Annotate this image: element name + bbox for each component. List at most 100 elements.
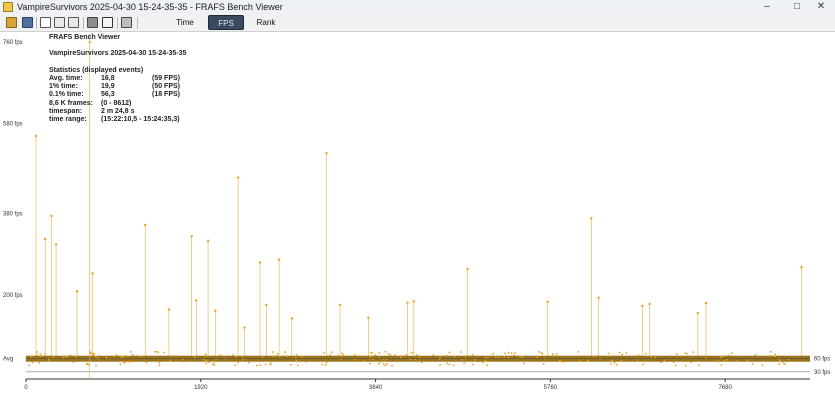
- frame-point: [62, 356, 65, 359]
- frame-point: [445, 354, 448, 357]
- frame-point: [705, 356, 707, 359]
- frame-point: [171, 355, 173, 357]
- frame-point: [784, 363, 786, 366]
- frame-point: [31, 361, 34, 364]
- frame-point: [289, 363, 292, 366]
- frame-point: [163, 351, 166, 354]
- frame-point: [95, 364, 98, 367]
- frame-point: [782, 361, 785, 364]
- stats-row: 1% time: 19,9 (50 FPS): [49, 83, 186, 91]
- frame-point: [482, 361, 484, 364]
- spike-point: [648, 302, 651, 306]
- frame-point: [205, 359, 208, 362]
- spike-point: [195, 299, 198, 302]
- frame-point: [394, 354, 396, 356]
- frame-point: [95, 355, 97, 358]
- frame-point: [446, 362, 448, 365]
- frame-point: [321, 363, 324, 366]
- spike-point: [325, 151, 328, 155]
- title-bar: VampireSurvivors 2025-04-30 15-24-35-35 …: [0, 0, 835, 14]
- save-icon[interactable]: [22, 17, 33, 28]
- spike-point: [91, 272, 94, 275]
- frame-point: [85, 363, 88, 365]
- frame-point: [503, 356, 506, 358]
- spike-point: [597, 296, 600, 299]
- frame-point: [158, 364, 161, 367]
- stat-value: (0 - 8612): [101, 99, 132, 107]
- stat-label: 1% time:: [49, 83, 78, 91]
- frame-point: [234, 364, 237, 366]
- frame-point: [341, 352, 344, 355]
- average-label: Avg: [3, 357, 13, 363]
- frame-point: [259, 364, 262, 366]
- frame-point: [241, 358, 244, 361]
- spike-point: [167, 308, 171, 311]
- frame-point: [555, 353, 558, 355]
- frame-point: [523, 362, 525, 365]
- app-icon: [3, 2, 13, 12]
- spike-point: [144, 223, 147, 227]
- frame-point: [391, 364, 393, 367]
- spike-point: [54, 243, 58, 246]
- frame-point: [389, 354, 392, 357]
- frame-point: [746, 359, 749, 362]
- toolbar-separator: [117, 17, 118, 29]
- close-button[interactable]: ✕: [807, 0, 835, 14]
- fit-width-icon[interactable]: [68, 17, 79, 28]
- frame-point: [123, 361, 125, 364]
- frame-point: [28, 364, 30, 367]
- frame-point: [183, 360, 185, 363]
- frame-point: [472, 363, 474, 366]
- frame-point: [119, 363, 122, 366]
- frame-point: [342, 353, 345, 356]
- frame-point: [471, 353, 474, 356]
- frame-point: [65, 355, 67, 358]
- frame-point: [484, 360, 487, 362]
- frame-point: [504, 352, 506, 355]
- frame-point: [644, 352, 647, 355]
- frame-point: [719, 356, 722, 359]
- frame-point: [204, 353, 207, 356]
- x-tick-label: 7680: [718, 385, 732, 391]
- tab-fps[interactable]: FPS: [208, 15, 244, 30]
- tab-rank[interactable]: Rank: [248, 15, 284, 30]
- frame-point: [330, 351, 333, 354]
- frame-point: [621, 353, 624, 356]
- frame-point: [536, 356, 539, 359]
- spike-point: [214, 309, 217, 313]
- frame-point: [261, 356, 264, 359]
- frame-point: [578, 360, 581, 363]
- frame-point: [399, 356, 402, 359]
- frame-point: [295, 354, 298, 356]
- fit-height-icon[interactable]: [54, 17, 65, 28]
- frame-point: [751, 362, 754, 365]
- open-icon[interactable]: [6, 17, 17, 28]
- copy-icon[interactable]: [40, 17, 51, 28]
- frame-point: [113, 355, 116, 358]
- toolbar-separator: [36, 17, 37, 29]
- y-tick-label: 200 fps: [3, 293, 23, 299]
- minimize-button[interactable]: –: [753, 0, 781, 14]
- stat-value: 2 m 24,8 s: [101, 107, 135, 115]
- frame-point: [403, 355, 406, 357]
- frame-point: [213, 364, 216, 366]
- frame-point: [674, 364, 677, 367]
- frame-point: [129, 350, 132, 353]
- frame-point: [625, 351, 628, 354]
- frame-point: [553, 354, 556, 357]
- stat-label: 8,6 K frames:: [49, 99, 93, 107]
- print-icon[interactable]: [121, 17, 132, 28]
- frame-point: [637, 354, 640, 357]
- frame-point: [336, 354, 339, 357]
- frame-point: [128, 360, 131, 363]
- stats-row: Avg. time: 16,8 (59 FPS): [49, 75, 186, 83]
- settings-icon[interactable]: [87, 17, 98, 28]
- text-icon[interactable]: [102, 17, 113, 28]
- stats-row: 8,6 K frames: (0 - 8612): [49, 100, 186, 108]
- x-tick-label: 0: [24, 385, 28, 391]
- frame-point: [145, 361, 148, 364]
- spike-point: [258, 261, 262, 264]
- frame-point: [353, 353, 356, 356]
- frame-point: [264, 363, 267, 366]
- tab-time[interactable]: Time: [167, 15, 203, 30]
